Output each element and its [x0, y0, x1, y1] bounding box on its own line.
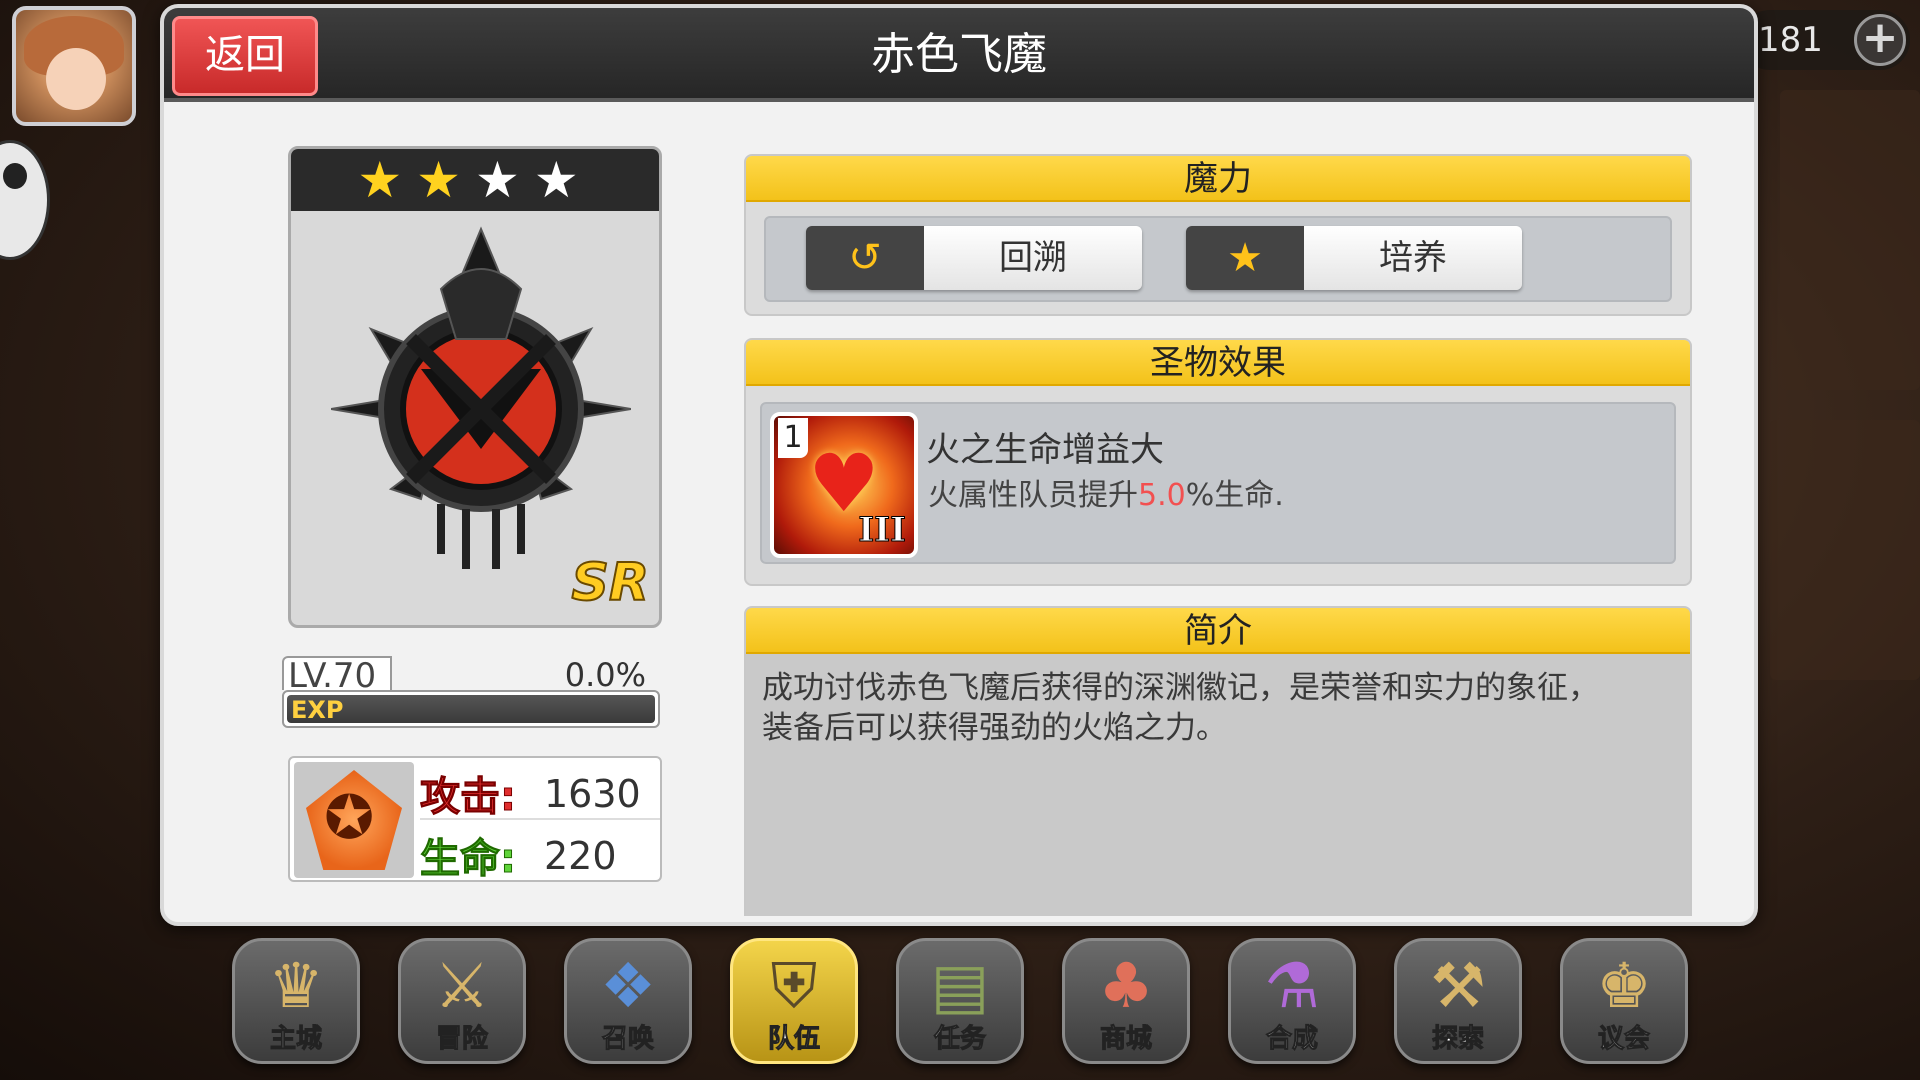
- pentagram-icon: [306, 770, 402, 870]
- nav-label: 召唤: [601, 1024, 654, 1055]
- avatar-face: [46, 48, 106, 110]
- star-wing-icon: ★: [1186, 226, 1304, 290]
- rarity-stars: ★★★★: [291, 149, 659, 211]
- intro-section: 简介 成功讨伐赤色飞魔后获得的深渊徽记，是荣誉和实力的象征， 装备后可以获得强劲…: [744, 606, 1692, 916]
- nav-label: 议会: [1597, 1024, 1650, 1055]
- shop-tree-icon: ♣: [1098, 949, 1154, 1022]
- effect-title: 圣物效果: [746, 340, 1690, 386]
- potion-icon: ⚗: [1264, 949, 1320, 1022]
- nav-label: 主城: [269, 1024, 322, 1055]
- stat-attack: 攻击: 1630: [420, 758, 660, 821]
- intro-title: 简介: [746, 608, 1690, 654]
- cultivate-button[interactable]: ★ 培养: [1186, 226, 1522, 290]
- bottom-nav: ♛ 主城 ⚔ 冒险 ❖ 召唤 ⛨ 队伍 ▤ 任务 ♣ 商城 ⚗ 合成 ⚒ 探索 ♚ 议会: [232, 938, 1692, 1068]
- cultivate-label: 培养: [1304, 226, 1522, 290]
- nav-council[interactable]: ♚ 议会: [1560, 938, 1688, 1064]
- white-stars: ★★: [475, 151, 593, 209]
- panda-mascot-icon: [0, 140, 50, 260]
- level-label: LV.70: [282, 656, 392, 694]
- effect-tier: III: [858, 510, 907, 551]
- currency-amount: 181: [1758, 20, 1823, 60]
- magic-title: 魔力: [746, 156, 1690, 202]
- nav-shop[interactable]: ♣ 商城: [1062, 938, 1190, 1064]
- add-currency-button[interactable]: +: [1854, 14, 1906, 66]
- magic-section: 魔力 ↺ 回溯 ★ 培养: [744, 154, 1692, 316]
- nav-craft[interactable]: ⚗ 合成: [1228, 938, 1356, 1064]
- panel-header: 赤色飞魔 返回: [164, 8, 1754, 102]
- nav-main-city[interactable]: ♛ 主城: [232, 938, 360, 1064]
- gold-stars: ★★: [357, 151, 475, 209]
- hp-value: 220: [544, 834, 617, 878]
- exp-percent: 0.0%: [564, 656, 646, 694]
- nav-quest[interactable]: ▤ 任务: [896, 938, 1024, 1064]
- effect-description: 火属性队员提升5.0%生命.: [928, 470, 1284, 514]
- hp-label: 生命:: [420, 836, 517, 882]
- nav-adventure[interactable]: ⚔ 冒险: [398, 938, 526, 1064]
- nav-explore[interactable]: ⚒ 探索: [1394, 938, 1522, 1064]
- winged-shield-icon: ⛨: [770, 949, 818, 1022]
- nav-label: 合成: [1265, 1024, 1318, 1055]
- attack-value: 1630: [544, 772, 641, 816]
- crown-icon: ♛: [268, 949, 324, 1022]
- magic-buttons: ↺ 回溯 ★ 培养: [764, 216, 1672, 302]
- background-shelf: [1770, 420, 1920, 680]
- rewind-label: 回溯: [924, 226, 1142, 290]
- effect-row: ♥ 1 III 火之生命增益大 火属性队员提升5.0%生命.: [760, 402, 1676, 564]
- stat-hp: 生命: 220: [420, 820, 660, 882]
- stats-box: 攻击: 1630 生命: 220: [288, 756, 662, 882]
- effect-desc-prefix: 火属性队员提升: [928, 478, 1138, 513]
- effect-name: 火之生命增益大: [926, 430, 1164, 470]
- intro-text: 成功讨伐赤色飞魔后获得的深渊徽记，是荣誉和实力的象征， 装备后可以获得强劲的火焰…: [746, 654, 1690, 762]
- nav-label: 探索: [1431, 1024, 1484, 1055]
- back-button[interactable]: 返回: [172, 16, 318, 96]
- nav-summon[interactable]: ❖ 召唤: [564, 938, 692, 1064]
- nav-team[interactable]: ⛨ 队伍: [730, 938, 858, 1064]
- council-crest-icon: ♚: [1596, 949, 1652, 1022]
- attack-label: 攻击:: [420, 774, 517, 821]
- effect-slot-number: 1: [778, 418, 808, 458]
- level-exp: LV.70 0.0% EXP: [282, 656, 660, 728]
- element-emblem: [294, 762, 414, 878]
- rewind-button[interactable]: ↺ 回溯: [806, 226, 1142, 290]
- page-title: 赤色飞魔: [871, 29, 1047, 80]
- effect-section: 圣物效果 ♥ 1 III 火之生命增益大 火属性队员提升5.0%生命.: [744, 338, 1692, 586]
- intro-line-2: 装备后可以获得强劲的火焰之力。: [762, 710, 1227, 746]
- nav-label: 商城: [1099, 1024, 1152, 1055]
- nav-label: 任务: [933, 1024, 986, 1055]
- background-shelf: [1780, 90, 1920, 390]
- fire-heart-icon[interactable]: ♥ 1 III: [770, 412, 918, 558]
- shovel-icon: ⚒: [1430, 949, 1486, 1022]
- rarity-badge: SR: [571, 552, 650, 614]
- exp-label: EXP: [291, 696, 344, 724]
- nav-label: 队伍: [767, 1024, 820, 1055]
- nav-label: 冒险: [435, 1024, 488, 1055]
- relic-card: ★★★★ SR: [288, 146, 662, 628]
- effect-desc-suffix: %生命.: [1185, 478, 1284, 513]
- crossed-swords-icon: ⚔: [434, 949, 490, 1022]
- exp-bar: EXP: [282, 690, 660, 728]
- effect-desc-value: 5.0: [1138, 478, 1186, 513]
- relic-detail-panel: 赤色飞魔 返回 ★★★★ SR LV.70 0.0% EXP ✪ 攻击: 163…: [160, 4, 1758, 926]
- rewind-star-icon: ↺: [806, 226, 924, 290]
- abyss-emblem-icon: [331, 226, 631, 569]
- book-icon: ▤: [930, 949, 990, 1022]
- summon-card-icon: ❖: [600, 949, 656, 1022]
- player-avatar[interactable]: [12, 6, 136, 126]
- currency-counter: 181 +: [1740, 10, 1910, 70]
- intro-line-1: 成功讨伐赤色飞魔后获得的深渊徽记，是荣誉和实力的象征，: [762, 670, 1599, 706]
